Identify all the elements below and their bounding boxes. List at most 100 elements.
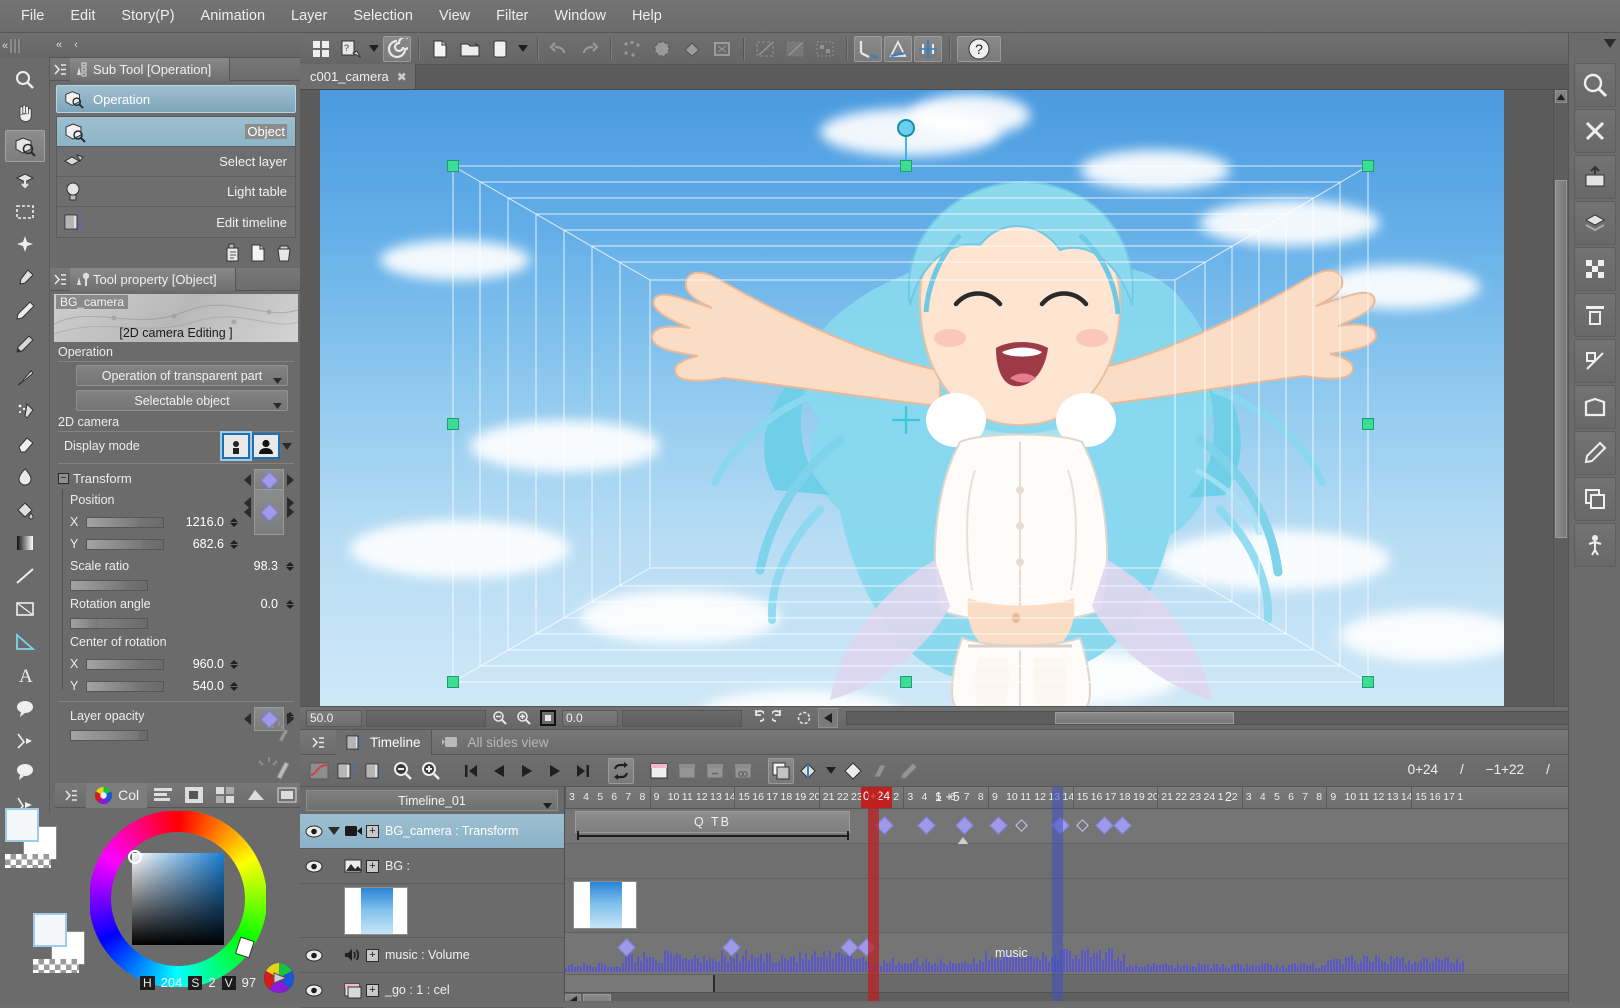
collapse-transform-toggle[interactable]: − [58, 473, 69, 484]
display-mode-inner-button[interactable] [222, 433, 250, 459]
scale-value[interactable]: 98.3 [222, 559, 278, 573]
canvas-vertical-scrollbar[interactable] [1553, 90, 1568, 730]
rotate-right-icon[interactable] [770, 708, 790, 728]
sub-tool-item-object[interactable]: Object [57, 117, 295, 147]
keyframe-hollow[interactable] [1015, 819, 1028, 832]
prev-keyframe-icon[interactable] [244, 713, 251, 725]
tool-eraser[interactable] [5, 428, 45, 460]
expand-properties-icon[interactable]: + [366, 949, 379, 962]
keyframe[interactable] [917, 816, 935, 834]
zoom-value-field[interactable]: 50.0 [306, 710, 362, 727]
track-bg[interactable] [565, 844, 1620, 879]
center-keyframe-button[interactable] [254, 489, 284, 535]
camera-handle-bottom-center[interactable] [900, 676, 912, 688]
align-top-icon[interactable] [1574, 293, 1616, 337]
upload-icon[interactable] [1574, 155, 1616, 199]
menu-item-filter[interactable]: Filter [483, 4, 541, 28]
tool-hand[interactable] [5, 97, 45, 129]
dropdown-arrow-icon[interactable] [824, 758, 838, 784]
transparent-part-combo[interactable]: Operation of transparent part [76, 365, 288, 386]
expand-properties-icon[interactable]: + [366, 825, 379, 838]
timeline-layer-bg-camera[interactable]: + BG_camera : Transform [300, 814, 564, 849]
settings-gear-icon[interactable] [253, 755, 293, 784]
drag-handle-icon[interactable] [10, 39, 22, 53]
dropdown-arrow-icon[interactable] [367, 36, 381, 62]
keyframe-icon[interactable] [840, 758, 866, 784]
tab-all-sides-view[interactable]: All sides view [432, 730, 559, 755]
tab-color-wheel[interactable]: Col [86, 783, 147, 808]
keyframe[interactable] [1095, 816, 1113, 834]
timeline-ruler[interactable]: 3456789101112131415161718192021222324123… [565, 787, 1620, 809]
transparent-color-swatch[interactable] [5, 854, 51, 868]
track-music[interactable]: music [565, 933, 1620, 975]
tab-color-slider[interactable] [147, 783, 178, 808]
compare-icon[interactable] [1574, 339, 1616, 383]
tool-text[interactable]: A [5, 659, 45, 691]
sub-tool-item-select-layer[interactable]: Select layer [57, 147, 295, 177]
camera-handle-top-right[interactable] [1362, 160, 1374, 172]
fit-icon[interactable] [538, 708, 558, 728]
prev-keyframe-icon[interactable] [244, 474, 251, 486]
menu-item-animation[interactable]: Animation [188, 4, 278, 28]
color-wheel[interactable] [90, 811, 266, 987]
scroll-up-arrow[interactable] [1555, 90, 1567, 103]
keyframe[interactable] [955, 816, 973, 834]
person-icon[interactable] [1574, 523, 1616, 567]
track-go-cel[interactable] [565, 975, 1620, 1001]
canvas-viewport[interactable] [300, 90, 1620, 730]
new-file-icon[interactable] [426, 36, 454, 62]
keyframe-hollow[interactable] [1076, 819, 1089, 832]
sub-tool-tab[interactable]: Sub Tool [Operation] [70, 58, 230, 81]
position-x-value[interactable]: 1216.0 [168, 515, 224, 529]
camera-handle-bottom-right[interactable] [1362, 676, 1374, 688]
sat-value[interactable]: 2 [208, 975, 215, 990]
scroll-left-arrow[interactable] [565, 994, 581, 1002]
opacity-slider[interactable] [70, 730, 148, 741]
track-bg-thumbnails[interactable] [565, 879, 1620, 933]
duplicate-icon[interactable] [1574, 477, 1616, 521]
scale-stepper[interactable] [286, 562, 294, 571]
prev-frame-icon[interactable] [486, 758, 512, 784]
visibility-toggle-icon[interactable] [300, 825, 328, 838]
expand-toggle-icon[interactable] [328, 827, 340, 835]
menu-item-help[interactable]: Help [619, 4, 675, 28]
layer-thumbnail[interactable] [344, 887, 408, 935]
visibility-toggle-icon[interactable] [300, 860, 328, 873]
tool-magnify[interactable] [5, 64, 45, 96]
onion-skin-icon[interactable] [768, 758, 794, 784]
camera-handle-bottom-left[interactable] [447, 676, 459, 688]
rotation-slider[interactable] [70, 618, 148, 629]
panel-menu-icon[interactable] [50, 273, 70, 286]
tool-line[interactable] [5, 560, 45, 592]
camera-handle-mid-right[interactable] [1362, 418, 1374, 430]
clip-block[interactable]: Q TB [575, 811, 850, 833]
timeline-select-combo[interactable]: Timeline_01 [306, 790, 558, 811]
timeline-zoom-in-icon[interactable] [418, 758, 444, 784]
menu-item-selection[interactable]: Selection [340, 4, 426, 28]
visibility-toggle-icon[interactable] [300, 949, 328, 962]
tab-animation-cels[interactable] [272, 783, 303, 808]
last-frame-icon[interactable] [570, 758, 596, 784]
spiral-icon[interactable] [383, 36, 411, 62]
close-x-icon[interactable] [1574, 109, 1616, 153]
zoom-in-icon[interactable] [514, 708, 534, 728]
center-x-slider[interactable] [86, 659, 164, 670]
expand-properties-icon[interactable]: + [366, 860, 379, 873]
menu-item-layer[interactable]: Layer [278, 4, 340, 28]
foreground-color-swatch[interactable] [5, 808, 39, 842]
current-frame-playhead[interactable] [868, 787, 879, 1001]
tool-auto-select[interactable] [5, 229, 45, 261]
tab-timeline[interactable]: Timeline [336, 730, 432, 755]
hue-value[interactable]: 204 [161, 975, 183, 990]
center-x-stepper[interactable] [230, 660, 238, 669]
expand-properties-icon[interactable]: + [366, 984, 379, 997]
sub-tool-item-light-table[interactable]: Light table [57, 177, 295, 207]
select-all-icon[interactable] [618, 36, 646, 62]
scroll-left-arrow[interactable] [818, 708, 838, 728]
panel-menu-icon[interactable] [55, 783, 86, 808]
tab-intermediate-color[interactable] [209, 783, 240, 808]
delete-icon[interactable] [274, 243, 294, 266]
panel-menu-icon[interactable] [300, 736, 336, 749]
pen-edit-icon[interactable] [896, 758, 922, 784]
timeline-tracks[interactable]: 3456789101112131415161718192021222324123… [565, 787, 1620, 1001]
